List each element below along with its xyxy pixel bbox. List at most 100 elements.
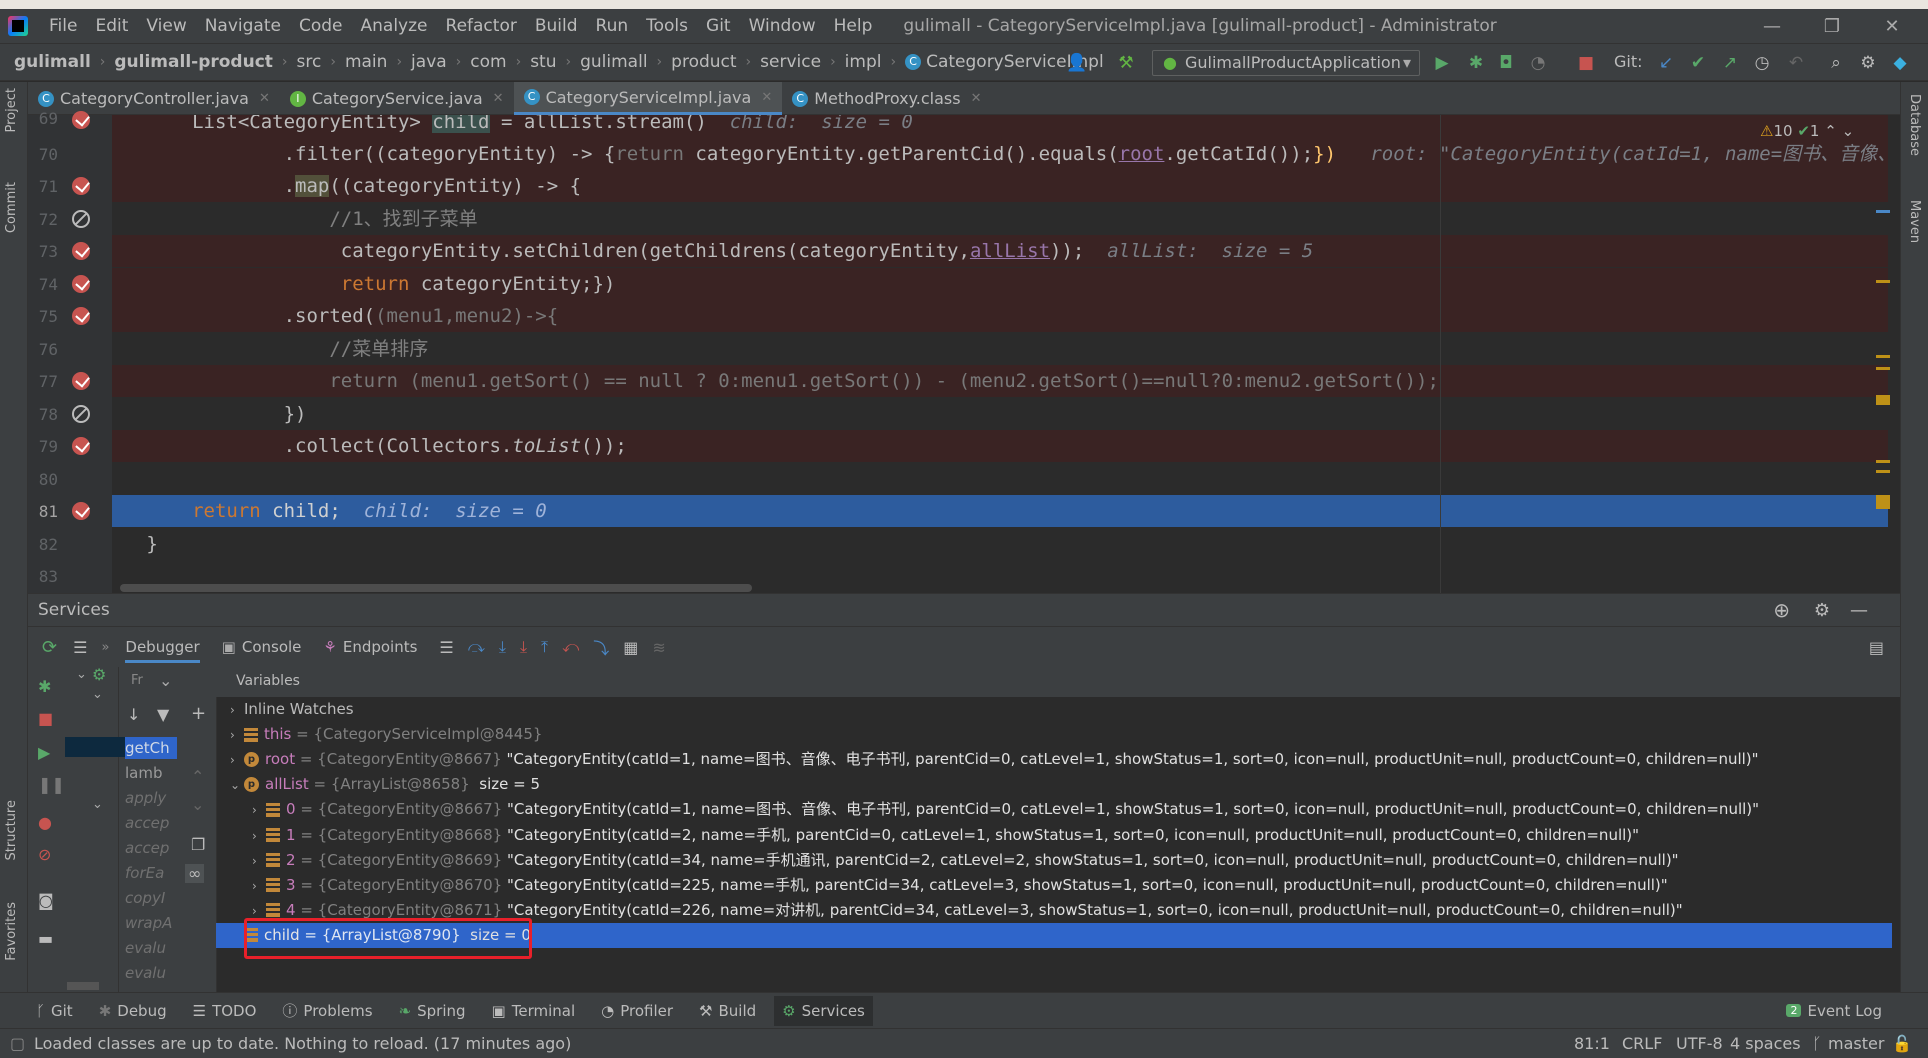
history-icon[interactable]: ◷ (1752, 53, 1772, 73)
breadcrumb-item[interactable]: stu (530, 52, 556, 72)
favorites-tool-tab[interactable]: Favorites (4, 902, 19, 961)
variable-row[interactable]: › 2 = {CategoryEntity@8669} "CategoryEnti… (252, 848, 1679, 873)
breadcrumb-item[interactable]: com (470, 52, 506, 72)
breadcrumb-item[interactable]: gulimall (14, 52, 91, 72)
tab-problems[interactable]: ⓘ Problems (282, 1000, 372, 1021)
search-icon[interactable]: ⌕ (1826, 53, 1846, 73)
tab-profiler[interactable]: ◔ Profiler (601, 1002, 673, 1020)
step-into-icon[interactable]: ⤓ (499, 637, 506, 657)
evaluate-expression-icon[interactable]: ▦ (623, 638, 638, 657)
stripe-marker[interactable] (1876, 395, 1890, 405)
frame-item[interactable]: apply (125, 789, 166, 807)
breakpoint-icon[interactable] (72, 307, 90, 325)
chevron-down-icon[interactable]: ⌄ (159, 671, 172, 690)
variable-row[interactable]: › 0 = {CategoryEntity@8667} "CategoryEnti… (252, 797, 1759, 822)
file-encoding[interactable]: UTF-8 (1676, 1034, 1723, 1053)
view-breakpoints-icon[interactable]: ● (38, 813, 52, 832)
breadcrumb-item[interactable]: gulimall (580, 52, 647, 72)
camera-icon[interactable]: ◙ (38, 891, 54, 910)
menu-navigate[interactable]: Navigate (196, 16, 290, 36)
close-window-icon[interactable]: ✕ (1862, 9, 1922, 43)
menu-window[interactable]: Window (740, 16, 825, 36)
breadcrumb-item[interactable]: src (297, 52, 322, 72)
indent-setting[interactable]: 4 spaces (1730, 1034, 1801, 1053)
breakpoint-icon[interactable] (72, 111, 90, 129)
editor-gutter[interactable]: 69 70 71 72 73 74 75 76 77 78 79 80 81 8… (28, 109, 112, 593)
copy-icon[interactable]: ❐ (191, 835, 205, 854)
caret-position[interactable]: 81:1 (1574, 1034, 1610, 1053)
variable-row[interactable]: ⌄ p allList = {ArrayList@8658} size = 5 (230, 772, 540, 797)
stripe-marker[interactable] (1876, 495, 1890, 509)
tab-category-controller[interactable]: C CategoryController.java ✕ (28, 82, 280, 115)
chevron-right-icon[interactable]: › (252, 874, 266, 899)
plugin-icon[interactable]: ◆ (1890, 53, 1910, 73)
drop-frame-icon[interactable]: ⤺ (562, 637, 579, 657)
add-watch-icon[interactable]: + (191, 703, 206, 724)
menu-refactor[interactable]: Refactor (437, 16, 526, 36)
rerun-icon[interactable]: ⟳ (42, 637, 57, 658)
chevron-down-icon[interactable]: ⌄ (92, 797, 103, 812)
frame-item[interactable]: lamb (125, 764, 163, 782)
commit-tool-tab[interactable]: Commit (4, 182, 19, 233)
breadcrumb-item[interactable]: gulimall-product (114, 52, 273, 72)
force-step-into-icon[interactable]: ⤓ (520, 637, 527, 657)
menu-run[interactable]: Run (587, 16, 638, 36)
breakpoint-disabled-icon[interactable] (72, 405, 90, 423)
lock-icon[interactable]: 🔓 (1892, 1034, 1912, 1053)
variable-row[interactable]: › 3 = {CategoryEntity@8670} "CategoryEnti… (252, 873, 1668, 898)
expand-all-icon[interactable]: ☰ (73, 638, 87, 657)
chevron-down-icon[interactable]: ⌄ (1842, 122, 1855, 140)
run-to-cursor-icon[interactable]: ⤵ (593, 635, 609, 659)
layout-icon[interactable]: ▤ (1869, 638, 1884, 657)
frame-item[interactable]: evalu (125, 964, 166, 982)
status-square-icon[interactable]: ▢ (10, 1034, 25, 1053)
settings-gear-icon[interactable]: ⚙ (1814, 600, 1830, 621)
tab-endpoints[interactable]: ⚘ Endpoints (323, 638, 417, 656)
chevron-right-icon[interactable]: › (252, 824, 266, 849)
coverage-icon[interactable]: ◘ (1496, 53, 1516, 73)
breakpoint-icon[interactable] (72, 242, 90, 260)
menu-help[interactable]: Help (825, 16, 882, 36)
menu-git[interactable]: Git (697, 16, 740, 36)
glasses-icon[interactable]: ∞ (185, 864, 205, 883)
maven-tool-tab[interactable]: Maven (1907, 200, 1922, 243)
debug-icon[interactable]: ✱ (1466, 53, 1486, 73)
breakpoint-icon[interactable] (72, 437, 90, 455)
target-icon[interactable]: ⊕ (1773, 598, 1790, 622)
frame-item[interactable]: accep (125, 839, 169, 857)
code-editor[interactable]: List<CategoryEntity> child = allList.str… (112, 115, 1888, 593)
event-log-button[interactable]: 2 Event Log (1786, 1002, 1882, 1020)
stop-icon[interactable]: ■ (1576, 53, 1596, 73)
pause-icon[interactable]: ❚❚ (38, 775, 65, 794)
breadcrumb-item[interactable]: product (671, 52, 736, 72)
frame-item[interactable]: getCh (125, 739, 170, 757)
mute-breakpoints-icon[interactable]: ⊘ (38, 845, 51, 864)
arrow-down-icon[interactable]: ↓ (127, 705, 140, 724)
inspection-widget[interactable]: ⚠10 ✔1 ⌃ ⌄ (1760, 122, 1854, 140)
git-commit-icon[interactable]: ✔ (1688, 53, 1708, 73)
chevron-right-icon[interactable]: › (230, 723, 244, 748)
tab-terminal[interactable]: ▣ Terminal (492, 1002, 576, 1020)
stripe-marker[interactable] (1876, 210, 1890, 213)
build-hammer-icon[interactable]: ⚒ (1116, 53, 1136, 73)
menu-edit[interactable]: Edit (86, 16, 137, 36)
chevron-right-icon[interactable]: › (230, 698, 244, 723)
breakpoint-icon[interactable] (72, 372, 90, 390)
breakpoint-disabled-icon[interactable] (72, 210, 90, 228)
tab-debug[interactable]: ✱ Debug (99, 1002, 167, 1020)
breakpoint-icon[interactable] (72, 275, 90, 293)
chevron-right-icon[interactable]: › (252, 798, 266, 823)
close-tab-icon[interactable]: ✕ (761, 90, 772, 105)
tab-build[interactable]: ⚒ Build (699, 1002, 756, 1020)
breadcrumb-item[interactable]: impl (845, 52, 882, 72)
breakpoint-icon[interactable] (72, 177, 90, 195)
tab-services[interactable]: ⚙ Services (774, 995, 873, 1026)
breadcrumb-item[interactable]: java (411, 52, 447, 72)
trace-icon[interactable]: ≋ (652, 638, 665, 657)
restore-icon[interactable]: ❐ (1802, 9, 1862, 43)
tab-debugger[interactable]: Debugger (125, 638, 200, 663)
menu-analyze[interactable]: Analyze (352, 16, 437, 36)
frame-item[interactable]: accep (125, 814, 169, 832)
breadcrumb-item[interactable]: service (760, 52, 821, 72)
chevron-right-icon[interactable]: › (230, 748, 244, 773)
